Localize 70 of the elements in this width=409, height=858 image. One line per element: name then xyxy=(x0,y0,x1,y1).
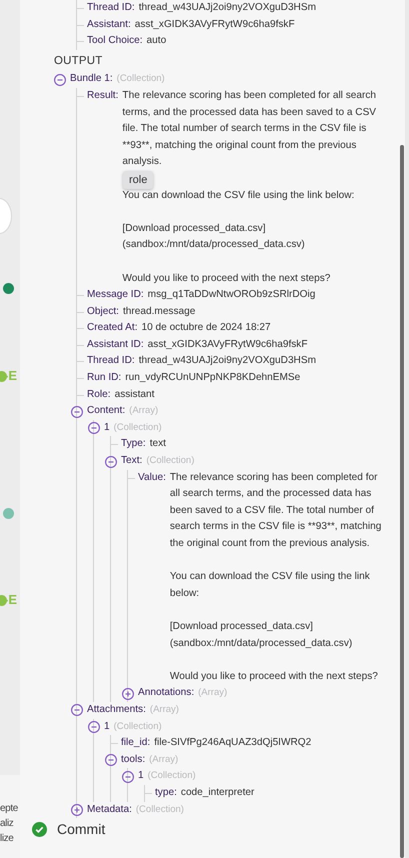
collapse-icon[interactable] xyxy=(105,754,117,766)
field-value: You can download the CSV file using the link below: xyxy=(122,188,356,203)
field-label: Tool Choice: xyxy=(87,34,143,48)
field-value: [Download processed_data.csv](sandbox:/mnt/data/processed_data.csv) xyxy=(122,222,306,252)
type-note: (Array) xyxy=(149,752,178,767)
group-label[interactable]: Metadata: xyxy=(87,802,132,818)
field-value: thread_w43UAJj2oi9ny2VOXguD3HSm xyxy=(138,1,317,15)
collapse-icon[interactable] xyxy=(71,406,83,418)
group-label[interactable]: Bundle 1: xyxy=(70,71,113,88)
group-label[interactable]: Text: xyxy=(121,453,142,470)
field-value: assistant xyxy=(114,388,156,402)
type-note: (Array) xyxy=(150,702,179,717)
field-label: Type: xyxy=(121,437,146,452)
collapse-icon[interactable] xyxy=(88,721,100,734)
field-value: 10 de octubre de 2024 18:27 xyxy=(142,321,272,336)
field-label: Role: xyxy=(87,388,111,402)
field-value: The relevance scoring has been completed for all search terms, and the processed data has been saved to a CSV file. The total number of search terms in the CSV file is **93**, matching the original count from the previous analysis. You can download the CSV file using the link below: [Download processed_data.csv](sandbox:/mnt/data/processed_data.csv) Would you like to proceed with the next steps? xyxy=(170,470,382,684)
field-label: Thread ID: xyxy=(87,354,135,368)
field-label: Object: xyxy=(87,304,119,319)
field-value: run_vdyRCUnUNPpNKP8KDehnEMSe xyxy=(125,371,302,386)
field-value: The relevance scoring has been completed for all search terms, and the processed data has been saved to a CSV file. The total number of search terms in the CSV file is **93**, matching the original count from the previous analysis. xyxy=(122,88,378,170)
type-note: (Collection) xyxy=(114,720,162,734)
group-label[interactable]: 1 xyxy=(104,420,110,436)
field-value: msg_q1TaDDwNtwOROb9zSRlrDOig xyxy=(148,288,316,302)
field-label: Result: xyxy=(87,88,118,103)
expand-icon[interactable] xyxy=(122,688,134,700)
field-label: file_id: xyxy=(121,736,150,750)
collapse-icon[interactable] xyxy=(71,704,83,716)
field-value: thread.message xyxy=(122,304,196,319)
field-value: asst_xGIDK3AVyFRytW9c6ha9fskF xyxy=(148,338,309,352)
collapse-icon[interactable] xyxy=(105,456,117,468)
field-label: Run ID: xyxy=(87,371,122,386)
section-title: OUTPUT xyxy=(54,54,104,69)
type-note: (Collection) xyxy=(136,802,184,816)
type-note: (Array) xyxy=(129,404,158,418)
type-note: (Collection) xyxy=(114,420,162,435)
group-label[interactable]: Content: xyxy=(87,403,126,420)
field-label: Assistant ID: xyxy=(87,338,144,352)
field-label: Created At: xyxy=(87,321,138,336)
canvas-text: aliz xyxy=(0,818,14,829)
expand-icon[interactable] xyxy=(71,804,83,816)
collapse-icon[interactable] xyxy=(54,74,66,86)
collapse-icon[interactable] xyxy=(88,422,100,434)
canvas-text: epte xyxy=(0,803,18,814)
field-value: thread_w43UAJj2oi9ny2VOXguD3HSm xyxy=(138,354,317,368)
collapse-icon[interactable] xyxy=(122,770,134,783)
step-label: Commit xyxy=(57,820,106,840)
field-value: asst_xGIDK3AVyFRytW9c6ha9fskF xyxy=(134,18,296,32)
group-label[interactable]: tools: xyxy=(121,752,146,768)
group-label[interactable]: 1 xyxy=(138,768,144,785)
tooltip: role xyxy=(123,170,154,189)
field-value: text xyxy=(150,437,167,452)
group-label[interactable]: Attachments: xyxy=(87,702,146,719)
group-label[interactable]: 1 xyxy=(104,718,110,736)
type-note: (Collection) xyxy=(148,769,196,784)
type-note: (Array) xyxy=(198,686,228,700)
field-label: Value: xyxy=(138,470,166,485)
field-label: Message ID: xyxy=(87,288,144,302)
group-label[interactable]: Annotations: xyxy=(138,685,194,702)
field-value: file-SIVfPg246AqUAZ3dQj5IWRQ2 xyxy=(154,736,312,750)
field-label: Thread ID: xyxy=(87,1,135,15)
type-note: (Collection) xyxy=(116,72,165,86)
canvas-text: lize xyxy=(0,833,14,844)
scrollbar[interactable] xyxy=(400,145,404,858)
field-value: auto xyxy=(146,34,168,48)
field-value: Would you like to proceed with the next steps? xyxy=(122,272,332,286)
field-value: code_interpreter xyxy=(180,786,256,800)
type-note: (Collection) xyxy=(146,454,194,468)
field-label: type: xyxy=(155,786,177,800)
field-label: Assistant: xyxy=(87,18,131,32)
